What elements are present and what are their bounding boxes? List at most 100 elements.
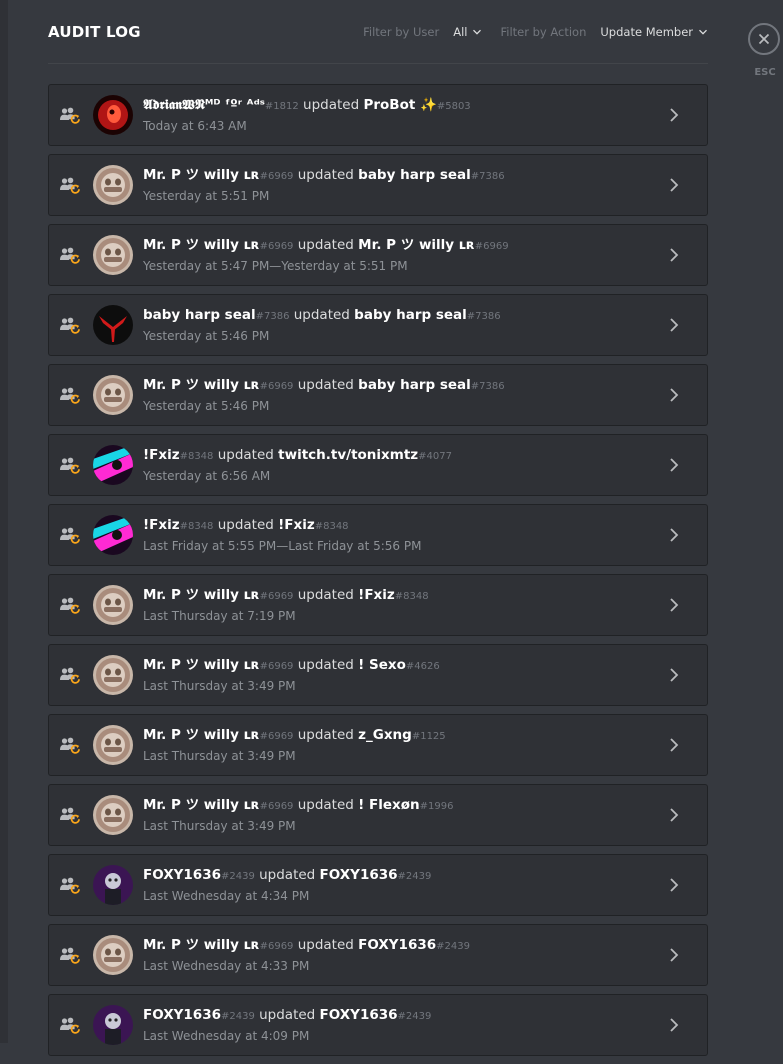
entry-timestamp: Yesterday at 5:46 PM (143, 329, 270, 343)
audit-log-entry[interactable]: !Fxiz#8348 updated !Fxiz#8348 Last Friday… (48, 504, 708, 566)
action-verb: updated (297, 167, 354, 183)
action-verb: updated (297, 937, 354, 953)
entry-summary: Mr. P ツ willy ʟʀ#6969 updated Mr. P ツ wi… (143, 236, 659, 256)
entry-timestamp: Yesterday at 5:51 PM (143, 189, 270, 203)
target-name[interactable]: !Fxiz (278, 517, 315, 533)
audit-log-entry[interactable]: 𝕬𝖉𝖗𝖎𝖆𝖓𝖂𝕹ᴹᴰ ᶠºʳ ᴬᵈˢ#1812 updated ProBot ✨… (48, 84, 708, 146)
action-verb: updated (297, 657, 354, 673)
actor-name[interactable]: Mr. P ツ willy ʟʀ (143, 797, 260, 813)
avatar (93, 375, 133, 415)
audit-log-entry[interactable]: Mr. P ツ willy ʟʀ#6969 updated baby harp … (48, 154, 708, 216)
audit-log-entry[interactable]: Mr. P ツ willy ʟʀ#6969 updated Mr. P ツ wi… (48, 224, 708, 286)
target-discriminator: #8348 (394, 591, 429, 602)
chevron-down-icon (699, 29, 707, 35)
target-name[interactable]: FOXY1636 (320, 1007, 398, 1023)
actor-discriminator: #8348 (179, 521, 214, 532)
audit-log-entry[interactable]: Mr. P ツ willy ʟʀ#6969 updated FOXY1636#2… (48, 924, 708, 986)
chevron-right-icon[interactable] (669, 667, 679, 687)
entry-timestamp: Last Wednesday at 4:09 PM (143, 1029, 310, 1043)
target-discriminator: #7386 (466, 311, 501, 322)
member-update-icon (59, 876, 81, 898)
chevron-right-icon[interactable] (669, 177, 679, 197)
action-verb: updated (259, 1007, 316, 1023)
member-update-icon (59, 456, 81, 478)
entry-summary: !Fxiz#8348 updated !Fxiz#8348 (143, 516, 659, 536)
actor-name[interactable]: baby harp seal (143, 307, 256, 323)
entry-timestamp: Last Thursday at 3:49 PM (143, 749, 296, 763)
chevron-right-icon[interactable] (669, 457, 679, 477)
entry-text: Mr. P ツ willy ʟʀ#6969 updated Mr. P ツ wi… (143, 236, 659, 274)
target-name[interactable]: z_Gxng (358, 727, 412, 743)
member-update-icon (59, 106, 81, 128)
target-discriminator: #6969 (474, 241, 509, 252)
chevron-right-icon[interactable] (669, 387, 679, 407)
audit-log-entry[interactable]: Mr. P ツ willy ʟʀ#6969 updated z_Gxng#112… (48, 714, 708, 776)
actor-name[interactable]: 𝕬𝖉𝖗𝖎𝖆𝖓𝖂𝕹ᴹᴰ ᶠºʳ ᴬᵈˢ (143, 97, 265, 113)
chevron-right-icon[interactable] (669, 247, 679, 267)
actor-name[interactable]: Mr. P ツ willy ʟʀ (143, 167, 260, 183)
target-discriminator: #5803 (436, 101, 471, 112)
entry-text: FOXY1636#2439 updated FOXY1636#2439 Last … (143, 1006, 659, 1044)
audit-log-entry[interactable]: Mr. P ツ willy ʟʀ#6969 updated baby harp … (48, 364, 708, 426)
actor-name[interactable]: Mr. P ツ willy ʟʀ (143, 587, 260, 603)
audit-log-entry[interactable]: Mr. P ツ willy ʟʀ#6969 updated ! Sexo#462… (48, 644, 708, 706)
entry-timestamp: Yesterday at 6:56 AM (143, 469, 271, 483)
actor-name[interactable]: Mr. P ツ willy ʟʀ (143, 237, 260, 253)
target-name[interactable]: baby harp seal (358, 167, 471, 183)
entry-text: !Fxiz#8348 updated twitch.tv/tonixmtz#40… (143, 446, 659, 484)
entry-text: Mr. P ツ willy ʟʀ#6969 updated ! Sexo#462… (143, 656, 659, 694)
entry-text: baby harp seal#7386 updated baby harp se… (143, 306, 659, 344)
actor-name[interactable]: Mr. P ツ willy ʟʀ (143, 727, 260, 743)
chevron-right-icon[interactable] (669, 597, 679, 617)
audit-log-entry[interactable]: !Fxiz#8348 updated twitch.tv/tonixmtz#40… (48, 434, 708, 496)
target-discriminator: #2439 (397, 871, 432, 882)
chevron-right-icon[interactable] (669, 107, 679, 127)
target-name[interactable]: ProBot ✨ (363, 97, 436, 113)
audit-log-entry[interactable]: Mr. P ツ willy ʟʀ#6969 updated !Fxiz#8348… (48, 574, 708, 636)
chevron-right-icon[interactable] (669, 317, 679, 337)
close-button[interactable] (748, 23, 780, 55)
actor-name[interactable]: Mr. P ツ willy ʟʀ (143, 377, 260, 393)
audit-log-panel: AUDIT LOG Filter by User All Filter by A… (48, 0, 708, 1056)
chevron-right-icon[interactable] (669, 527, 679, 547)
target-name[interactable]: !Fxiz (358, 587, 395, 603)
entry-timestamp: Last Wednesday at 4:34 PM (143, 889, 310, 903)
target-name[interactable]: FOXY1636 (358, 937, 436, 953)
target-name[interactable]: FOXY1636 (320, 867, 398, 883)
actor-name[interactable]: !Fxiz (143, 447, 180, 463)
actor-name[interactable]: !Fxiz (143, 517, 180, 533)
entry-text: !Fxiz#8348 updated !Fxiz#8348 Last Friday… (143, 516, 659, 554)
chevron-right-icon[interactable] (669, 877, 679, 897)
target-name[interactable]: ! Flexøn (358, 797, 419, 813)
audit-log-entry[interactable]: Mr. P ツ willy ʟʀ#6969 updated ! Flexøn#1… (48, 784, 708, 846)
actor-name[interactable]: Mr. P ツ willy ʟʀ (143, 937, 260, 953)
target-name[interactable]: twitch.tv/tonixmtz (278, 447, 418, 463)
actor-name[interactable]: Mr. P ツ willy ʟʀ (143, 657, 260, 673)
actor-name[interactable]: FOXY1636 (143, 867, 221, 883)
actor-name[interactable]: FOXY1636 (143, 1007, 221, 1023)
avatar (93, 445, 133, 485)
target-name[interactable]: Mr. P ツ willy ʟʀ (358, 237, 475, 253)
member-update-icon (59, 316, 81, 338)
action-verb: updated (259, 867, 316, 883)
actor-discriminator: #6969 (259, 241, 294, 252)
entry-summary: FOXY1636#2439 updated FOXY1636#2439 (143, 1006, 659, 1026)
audit-log-entry[interactable]: FOXY1636#2439 updated FOXY1636#2439 Last … (48, 854, 708, 916)
member-update-icon (59, 176, 81, 198)
target-name[interactable]: baby harp seal (358, 377, 471, 393)
chevron-right-icon[interactable] (669, 1017, 679, 1037)
target-name[interactable]: ! Sexo (358, 657, 406, 673)
entry-summary: Mr. P ツ willy ʟʀ#6969 updated ! Sexo#462… (143, 656, 659, 676)
audit-log-entry[interactable]: FOXY1636#2439 updated FOXY1636#2439 Last … (48, 994, 708, 1056)
filter-by-action-dropdown[interactable]: Update Member (600, 25, 708, 39)
actor-discriminator: #6969 (259, 801, 294, 812)
chevron-right-icon[interactable] (669, 737, 679, 757)
chevron-right-icon[interactable] (669, 947, 679, 967)
actor-discriminator: #6969 (259, 941, 294, 952)
chevron-right-icon[interactable] (669, 807, 679, 827)
filter-by-user-dropdown[interactable]: All (453, 25, 482, 39)
audit-log-entry[interactable]: baby harp seal#7386 updated baby harp se… (48, 294, 708, 356)
avatar (93, 795, 133, 835)
close-icon (758, 33, 770, 45)
target-name[interactable]: baby harp seal (354, 307, 467, 323)
